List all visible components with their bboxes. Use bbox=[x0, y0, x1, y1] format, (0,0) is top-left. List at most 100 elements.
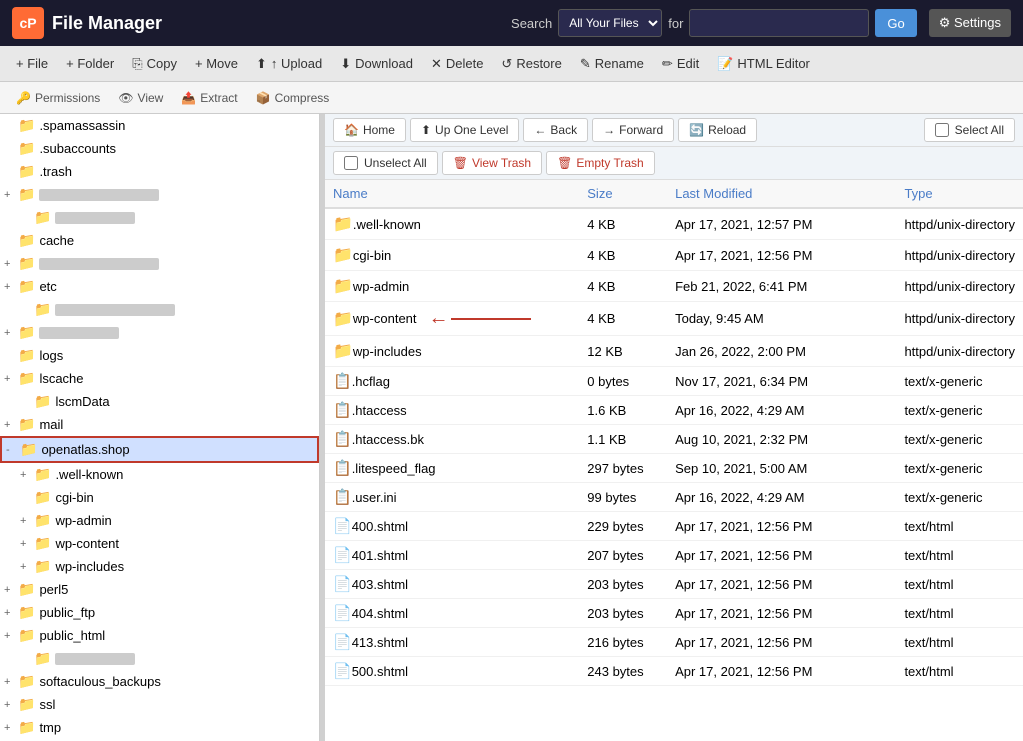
empty-trash-icon: 🗑 bbox=[557, 156, 572, 170]
tree-item-perl5[interactable]: + 📁 perl5 bbox=[0, 578, 319, 601]
tree-item-logs[interactable]: 📁 logs bbox=[0, 344, 319, 367]
tree-item-cache[interactable]: 📁 cache bbox=[0, 229, 319, 252]
empty-trash-button[interactable]: 🗑 Empty Trash bbox=[546, 151, 655, 175]
tree-item-openatlas[interactable]: - 📁 openatlas.shop bbox=[0, 436, 319, 463]
tree-item-subaccounts[interactable]: 📁 .subaccounts bbox=[0, 137, 319, 160]
tree-item-wp-admin[interactable]: + 📁 wp-admin bbox=[0, 509, 319, 532]
go-button[interactable]: Go bbox=[875, 9, 916, 37]
select-all-button[interactable]: Select All bbox=[924, 118, 1015, 142]
file-size-cell: 4 KB bbox=[579, 271, 667, 302]
restore-button[interactable]: ↺ Restore bbox=[493, 52, 569, 76]
table-row[interactable]: 📋 .htaccess.bk 1.1 KB Aug 10, 2021, 2:32… bbox=[325, 425, 1023, 454]
up-one-level-button[interactable]: ⬆ Up One Level bbox=[410, 118, 519, 142]
file-row-icon: 📋 bbox=[333, 430, 352, 448]
tree-item-label: .trash bbox=[39, 164, 72, 179]
edit-icon: ✏ bbox=[662, 56, 673, 72]
expand-icon: + bbox=[20, 561, 32, 573]
table-row[interactable]: 📄 500.shtml 243 bytes Apr 17, 2021, 12:5… bbox=[325, 657, 1023, 686]
file-type-cell: text/html bbox=[896, 570, 1023, 599]
search-input[interactable] bbox=[689, 9, 869, 37]
folder-icon: 📁 bbox=[18, 232, 35, 249]
col-name[interactable]: Name bbox=[325, 180, 579, 208]
tree-item-cgi-bin[interactable]: 📁 cgi-bin bbox=[0, 486, 319, 509]
tree-item-blurred4[interactable]: 📁 bbox=[0, 298, 319, 321]
table-row[interactable]: 📋 .litespeed_flag 297 bytes Sep 10, 2021… bbox=[325, 454, 1023, 483]
unselect-all-checkbox[interactable] bbox=[344, 156, 358, 170]
tree-item-label: openatlas.shop bbox=[41, 442, 129, 457]
table-row[interactable]: 📄 401.shtml 207 bytes Apr 17, 2021, 12:5… bbox=[325, 541, 1023, 570]
table-row[interactable]: 📄 413.shtml 216 bytes Apr 17, 2021, 12:5… bbox=[325, 628, 1023, 657]
home-button[interactable]: 🏠 Home bbox=[333, 118, 406, 142]
file-type-cell: text/html bbox=[896, 628, 1023, 657]
table-row[interactable]: 📁 wp-admin 4 KB Feb 21, 2022, 6:41 PM ht… bbox=[325, 271, 1023, 302]
col-size[interactable]: Size bbox=[579, 180, 667, 208]
edit-button[interactable]: ✏ Edit bbox=[654, 52, 707, 76]
move-button[interactable]: + Move bbox=[187, 52, 246, 75]
file-size-cell: 4 KB bbox=[579, 208, 667, 240]
tree-item-ssl[interactable]: + 📁 ssl bbox=[0, 693, 319, 716]
extract-button[interactable]: 📤 Extract bbox=[173, 88, 245, 108]
tree-item-mail[interactable]: + 📁 mail bbox=[0, 413, 319, 436]
settings-button[interactable]: ⚙ Settings bbox=[929, 9, 1011, 37]
tree-item-wp-content[interactable]: + 📁 wp-content bbox=[0, 532, 319, 555]
tree-item-blurred2[interactable]: 📁 bbox=[0, 206, 319, 229]
new-file-button[interactable]: + File bbox=[8, 52, 56, 75]
table-row[interactable]: 📋 .htaccess 1.6 KB Apr 16, 2022, 4:29 AM… bbox=[325, 396, 1023, 425]
tree-item-lscmdata[interactable]: 📁 lscmData bbox=[0, 390, 319, 413]
download-button[interactable]: ⬇ Download bbox=[332, 52, 421, 76]
upload-button[interactable]: ⬆ ↑ Upload bbox=[248, 52, 330, 76]
new-folder-button[interactable]: + Folder bbox=[58, 52, 122, 75]
tree-item-public-html[interactable]: + 📁 public_html bbox=[0, 624, 319, 647]
table-row[interactable]: 📁 wp-includes 12 KB Jan 26, 2022, 2:00 P… bbox=[325, 336, 1023, 367]
view-button[interactable]: 👁 View bbox=[110, 88, 171, 108]
delete-button[interactable]: ✕ Delete bbox=[423, 52, 491, 76]
copy-button[interactable]: ⎘ Copy bbox=[124, 52, 185, 76]
file-type-cell: httpd/unix-directory bbox=[896, 271, 1023, 302]
tree-item-blurred5[interactable]: + 📁 bbox=[0, 321, 319, 344]
col-type[interactable]: Type bbox=[896, 180, 1023, 208]
tree-item-lscache[interactable]: + 📁 lscache bbox=[0, 367, 319, 390]
forward-button[interactable]: → Forward bbox=[592, 118, 674, 142]
tree-item-trash[interactable]: 📁 .trash bbox=[0, 160, 319, 183]
permissions-button[interactable]: 🔑 Permissions bbox=[8, 88, 108, 108]
search-scope-select[interactable]: All Your Files bbox=[558, 9, 662, 37]
table-row[interactable]: 📁 wp-content ← 4 KB Today, 9:45 AM httpd… bbox=[325, 302, 1023, 336]
select-all-checkbox[interactable] bbox=[935, 123, 949, 137]
tree-item-blurred1[interactable]: + 📁 bbox=[0, 183, 319, 206]
table-row[interactable]: 📄 400.shtml 229 bytes Apr 17, 2021, 12:5… bbox=[325, 512, 1023, 541]
tree-item-blurred6[interactable]: 📁 bbox=[0, 647, 319, 670]
tree-item-well-known[interactable]: + 📁 .well-known bbox=[0, 463, 319, 486]
tree-item-spamassassin[interactable]: 📁 .spamassassin bbox=[0, 114, 319, 137]
table-row[interactable]: 📄 404.shtml 203 bytes Apr 17, 2021, 12:5… bbox=[325, 599, 1023, 628]
reload-button[interactable]: 🔄 Reload bbox=[678, 118, 757, 142]
table-row[interactable]: 📁 .well-known 4 KB Apr 17, 2021, 12:57 P… bbox=[325, 208, 1023, 240]
folder-icon: 📁 bbox=[18, 370, 35, 387]
file-name-cell: 📄 401.shtml bbox=[325, 541, 579, 570]
compress-button[interactable]: 📦 Compress bbox=[248, 88, 338, 108]
download-icon: ⬇ bbox=[340, 56, 351, 72]
html-editor-button[interactable]: 📝 HTML Editor bbox=[709, 52, 818, 76]
folder-icon: 📁 bbox=[18, 581, 35, 598]
expand-icon: - bbox=[6, 444, 18, 456]
tree-item-wp-includes[interactable]: + 📁 wp-includes bbox=[0, 555, 319, 578]
table-row[interactable]: 📋 .hcflag 0 bytes Nov 17, 2021, 6:34 PM … bbox=[325, 367, 1023, 396]
view-trash-button[interactable]: 🗑 View Trash bbox=[442, 151, 542, 175]
tree-item-tmp[interactable]: + 📁 tmp bbox=[0, 716, 319, 739]
table-row[interactable]: 📁 cgi-bin 4 KB Apr 17, 2021, 12:56 PM ht… bbox=[325, 240, 1023, 271]
folder-icon: 📁 bbox=[18, 255, 35, 272]
col-modified[interactable]: Last Modified bbox=[667, 180, 896, 208]
back-button[interactable]: ← Back bbox=[523, 118, 588, 142]
table-row[interactable]: 📄 403.shtml 203 bytes Apr 17, 2021, 12:5… bbox=[325, 570, 1023, 599]
tree-item-softaculous[interactable]: + 📁 softaculous_backups bbox=[0, 670, 319, 693]
folder-icon: 📁 bbox=[34, 489, 51, 506]
rename-button[interactable]: ✎ Rename bbox=[572, 52, 652, 76]
top-bar: cP File Manager Search All Your Files fo… bbox=[0, 0, 1023, 46]
unselect-all-button[interactable]: Unselect All bbox=[333, 151, 438, 175]
table-row[interactable]: 📋 .user.ini 99 bytes Apr 16, 2022, 4:29 … bbox=[325, 483, 1023, 512]
tree-item-public-ftp[interactable]: + 📁 public_ftp bbox=[0, 601, 319, 624]
tree-item-blurred3[interactable]: + 📁 bbox=[0, 252, 319, 275]
folder-icon: 📁 bbox=[18, 324, 35, 341]
tree-item-label: cgi-bin bbox=[55, 490, 93, 505]
tree-item-label: mail bbox=[39, 417, 63, 432]
tree-item-etc[interactable]: + 📁 etc bbox=[0, 275, 319, 298]
